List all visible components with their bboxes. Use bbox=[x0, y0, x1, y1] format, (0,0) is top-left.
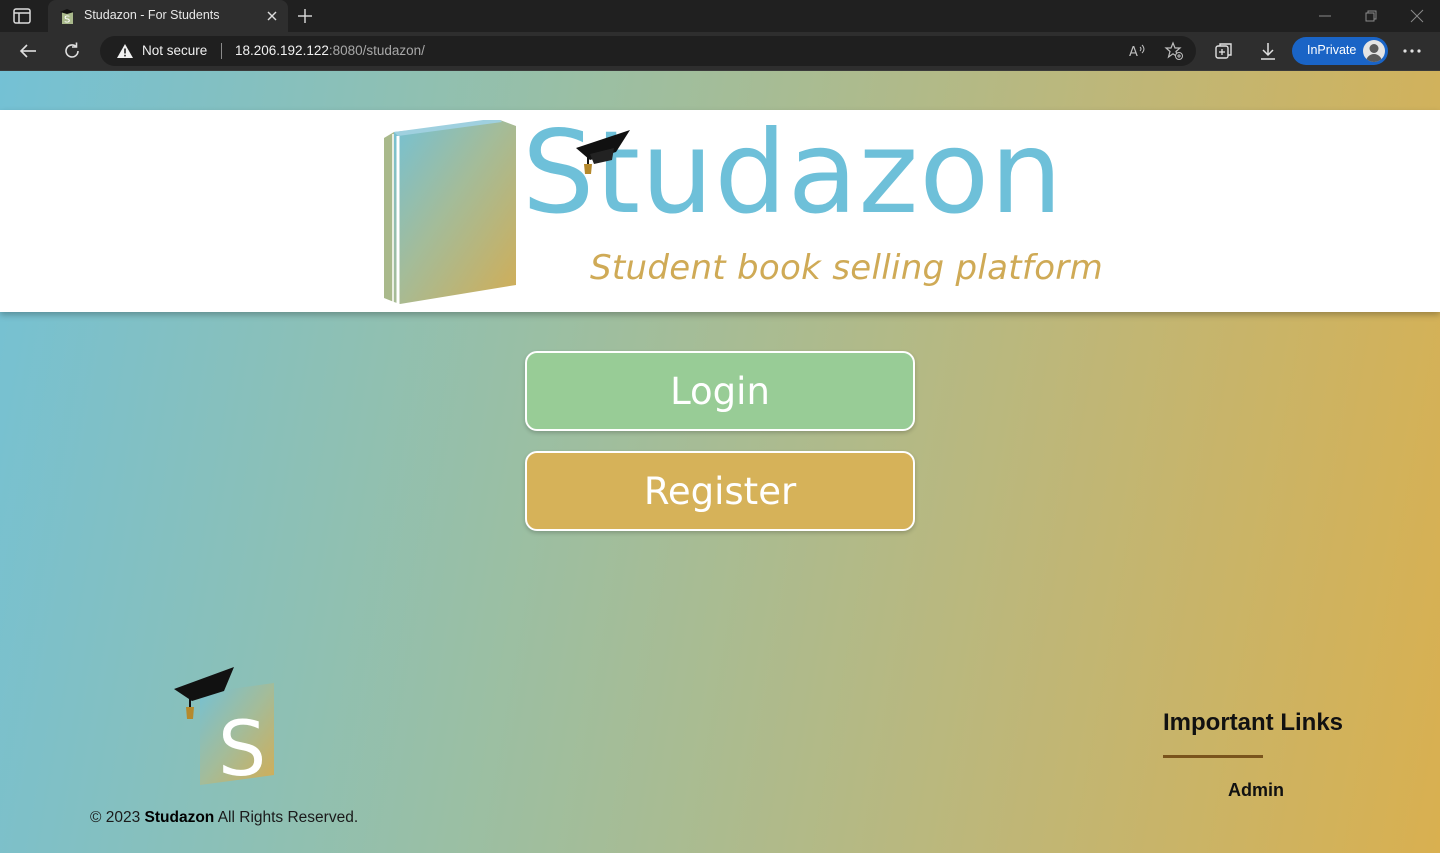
login-button[interactable]: Login bbox=[525, 351, 915, 431]
svg-text:A: A bbox=[1129, 45, 1138, 60]
back-arrow-icon[interactable] bbox=[17, 40, 39, 62]
important-links-heading: Important Links bbox=[1163, 709, 1344, 736]
site-logo[interactable]: Studazon Student book selling platform bbox=[380, 114, 1103, 310]
graduation-cap-icon bbox=[576, 130, 630, 174]
inprivate-label: InPrivate bbox=[1307, 43, 1357, 57]
new-tab-icon[interactable] bbox=[296, 7, 314, 25]
tab-title: Studazon - For Students bbox=[84, 8, 220, 22]
svg-text:S: S bbox=[64, 15, 70, 25]
url-host: 18.206.192.122 bbox=[235, 43, 329, 58]
downloads-icon[interactable] bbox=[1257, 40, 1279, 62]
inprivate-badge[interactable]: InPrivate bbox=[1292, 37, 1388, 65]
page-content: Studazon Student book selling platform L… bbox=[0, 71, 1440, 853]
read-aloud-icon[interactable]: A bbox=[1127, 41, 1147, 61]
footer-logo[interactable]: S bbox=[172, 663, 282, 793]
address-separator bbox=[221, 43, 222, 59]
warning-icon[interactable] bbox=[116, 43, 134, 59]
restore-icon[interactable] bbox=[1363, 8, 1379, 24]
book-icon bbox=[384, 120, 516, 304]
refresh-icon[interactable] bbox=[61, 40, 83, 62]
url-text[interactable]: 18.206.192.122:8080/studazon/ bbox=[235, 43, 425, 58]
close-tab-icon[interactable] bbox=[265, 9, 279, 23]
copyright-brand: Studazon bbox=[144, 809, 215, 826]
studazon-favicon-icon: S bbox=[60, 9, 74, 24]
url-path: :8080/studazon/ bbox=[328, 43, 425, 58]
site-header: Studazon Student book selling platform bbox=[0, 110, 1440, 312]
browser-tab-active[interactable]: S Studazon - For Students bbox=[48, 0, 288, 32]
more-options-icon[interactable] bbox=[1401, 40, 1423, 62]
copyright-text: © 2023 Studazon All Rights Reserved. bbox=[90, 809, 358, 827]
footer-logo-icon: S bbox=[174, 667, 274, 793]
browser-tab-bar: S Studazon - For Students bbox=[0, 0, 1440, 32]
tab-actions-icon[interactable] bbox=[12, 7, 32, 25]
address-bar[interactable]: Not secure 18.206.192.122:8080/studazon/… bbox=[100, 36, 1196, 66]
security-status[interactable]: Not secure bbox=[142, 43, 207, 58]
minimize-icon[interactable] bbox=[1317, 8, 1333, 24]
browser-toolbar: Not secure 18.206.192.122:8080/studazon/… bbox=[0, 32, 1440, 71]
admin-link[interactable]: Admin bbox=[1228, 780, 1284, 801]
collections-icon[interactable] bbox=[1213, 40, 1235, 62]
register-button[interactable]: Register bbox=[525, 451, 915, 531]
heading-underline bbox=[1163, 755, 1263, 758]
copyright-suffix: All Rights Reserved. bbox=[214, 809, 359, 826]
add-favorite-icon[interactable] bbox=[1164, 41, 1184, 61]
brand-tagline: Student book selling platform bbox=[590, 248, 1104, 288]
footer-logo-letter: S bbox=[218, 704, 266, 789]
copyright-prefix: © 2023 bbox=[90, 809, 145, 826]
profile-avatar-icon bbox=[1363, 40, 1385, 62]
close-window-icon[interactable] bbox=[1409, 8, 1425, 24]
